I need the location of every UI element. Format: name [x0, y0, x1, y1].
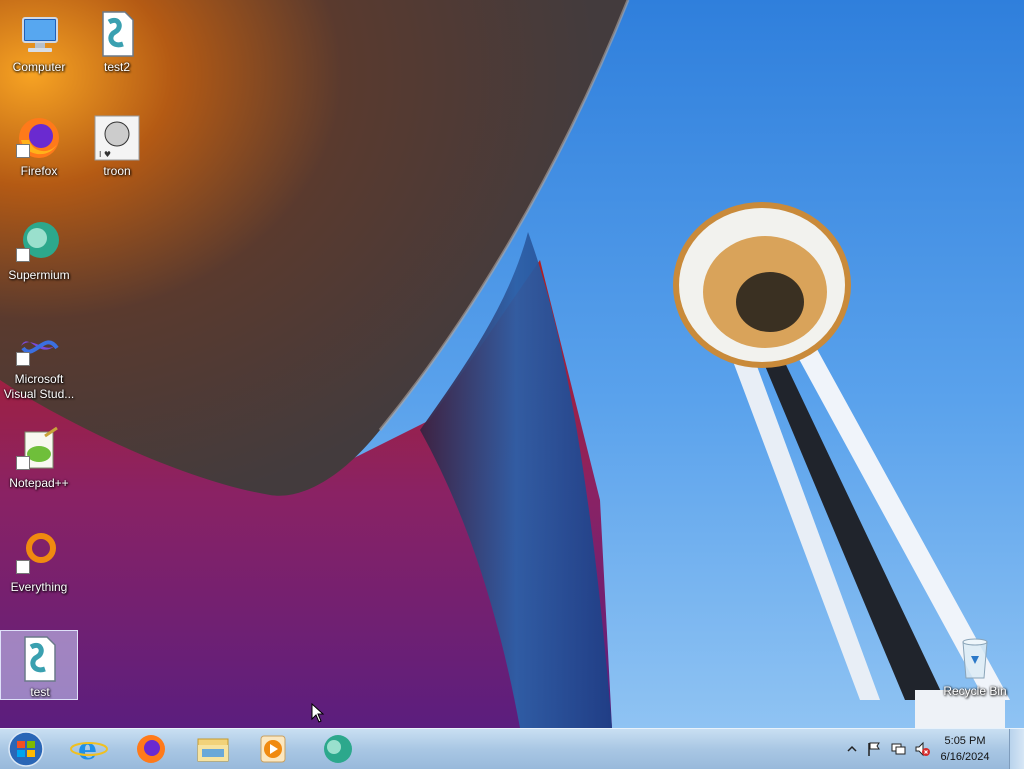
desktop-icon-label: test2: [103, 60, 130, 74]
desktop-icon-visual-studio[interactable]: Microsoft Visual Stud...: [0, 318, 78, 402]
desktop-icon-notepadpp[interactable]: Notepad++: [0, 422, 78, 492]
desktop-icon-label: Microsoft Visual Stud...: [3, 372, 75, 401]
desktop-icon-computer[interactable]: Computer: [0, 6, 78, 76]
desktop-icon-test[interactable]: test: [0, 630, 78, 700]
network-icon[interactable]: [890, 741, 906, 757]
desktop-icon-label: Everything: [10, 580, 68, 594]
clock-time: 5:05 PM: [944, 735, 986, 747]
shortcut-arrow-icon: [16, 248, 30, 262]
system-clock[interactable]: 5:05 PM 6/16/2024: [930, 733, 1000, 765]
script-file-icon: [24, 636, 56, 682]
desktop-icon-label: test: [30, 685, 50, 699]
clock-date: 6/16/2024: [940, 751, 990, 763]
start-button[interactable]: [6, 730, 46, 768]
recycle-bin-icon: [962, 638, 988, 679]
firefox-icon[interactable]: [126, 731, 176, 767]
desktop-icon-label: Supermium: [8, 268, 70, 282]
troon-image-icon: I ♥: [94, 115, 140, 161]
computer-icon: [22, 17, 58, 52]
desktop-icon-firefox[interactable]: Firefox: [0, 110, 78, 180]
file-explorer-icon[interactable]: [188, 731, 238, 767]
desktop-icon-test2[interactable]: test2: [78, 6, 156, 76]
desktop-icon-label: Recycle Bin: [943, 684, 1007, 698]
mouse-cursor-icon: [311, 703, 325, 723]
desktop-icon-troon[interactable]: I ♥ troon: [78, 110, 156, 180]
show-desktop-button[interactable]: [1009, 729, 1024, 769]
desktop-icon-recycle-bin[interactable]: Recycle Bin: [936, 630, 1014, 700]
script-file-icon: [102, 11, 134, 57]
supermium-icon[interactable]: [312, 731, 362, 767]
desktop-icon-supermium[interactable]: Supermium: [0, 214, 78, 284]
media-player-icon[interactable]: [248, 731, 298, 767]
shortcut-arrow-icon: [16, 144, 30, 158]
desktop-icon-label: troon: [103, 164, 131, 178]
desktop-icon-label: Notepad++: [9, 476, 69, 490]
action-center-flag-icon[interactable]: [866, 741, 882, 757]
taskbar: e 5:05 PM 6/16/2024: [0, 728, 1024, 769]
desktop[interactable]: Computer test2 Firefox I ♥ troon Supermi…: [0, 0, 1024, 728]
desktop-icon-label: Firefox: [20, 164, 58, 178]
shortcut-arrow-icon: [16, 456, 30, 470]
volume-muted-icon[interactable]: [914, 741, 930, 757]
shortcut-arrow-icon: [16, 560, 30, 574]
svg-text:e: e: [78, 732, 97, 767]
desktop-icon-label: Computer: [12, 60, 66, 74]
desktop-icon-everything[interactable]: Everything: [0, 526, 78, 596]
internet-explorer-icon[interactable]: e: [64, 731, 114, 767]
svg-text:I ♥: I ♥: [99, 150, 111, 159]
shortcut-arrow-icon: [16, 352, 30, 366]
show-hidden-icons[interactable]: [844, 741, 860, 757]
